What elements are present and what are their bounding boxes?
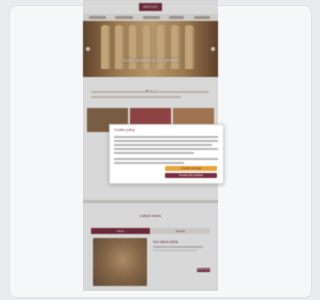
- accept-all-button[interactable]: Accept all cookies: [165, 173, 217, 178]
- text-line: [114, 162, 184, 164]
- text-line: [114, 158, 218, 160]
- cookie-settings-button[interactable]: Cookie settings: [165, 166, 217, 171]
- text-line: [114, 140, 218, 142]
- cookie-consent-dialog: Cookie policy Cookie settings Accept all…: [109, 124, 224, 184]
- text-line: [114, 152, 194, 154]
- text-line: [114, 144, 212, 146]
- cookie-dialog-title: Cookie policy: [114, 128, 135, 132]
- text-line: [114, 136, 218, 138]
- text-line: [114, 148, 218, 150]
